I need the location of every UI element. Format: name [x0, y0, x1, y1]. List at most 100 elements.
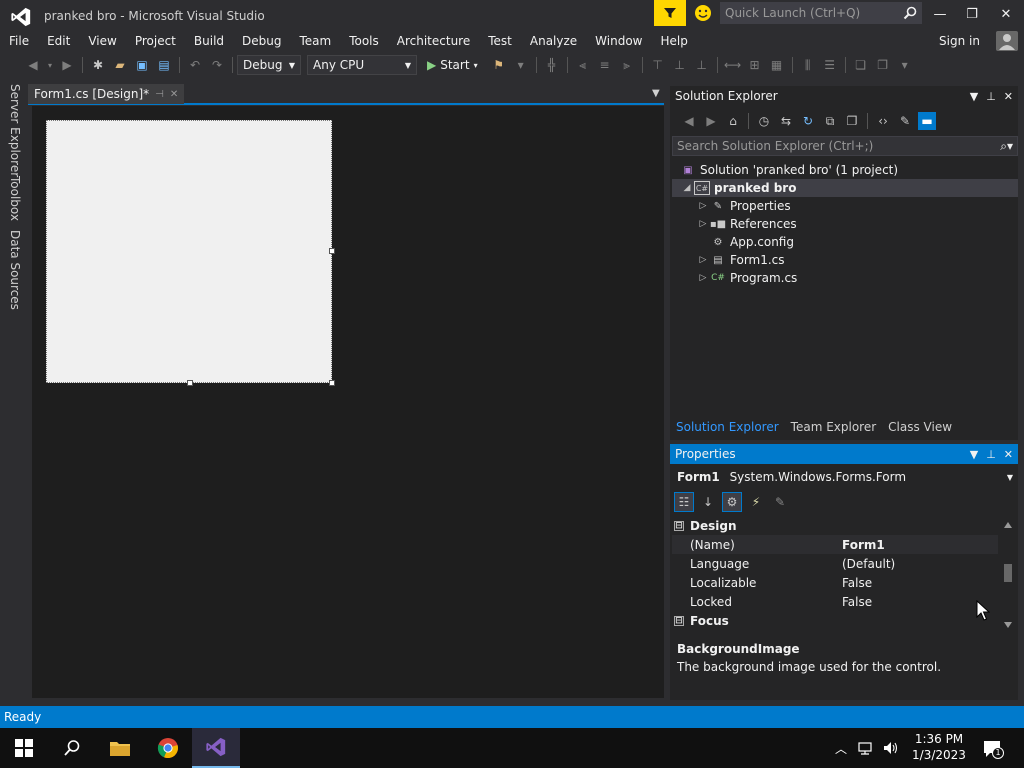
save-all-icon[interactable]: ▤ [155, 56, 173, 74]
tab-team-explorer[interactable]: Team Explorer [785, 416, 883, 438]
tree-item-solution[interactable]: ▣ Solution 'pranked bro' (1 project) [672, 161, 1018, 179]
expand-arrow-icon[interactable]: ▷ [696, 273, 710, 283]
menu-build[interactable]: Build [185, 34, 233, 48]
size-to-grid-icon[interactable]: ⊞ [746, 56, 764, 74]
scroll-down-icon[interactable] [1004, 622, 1012, 628]
property-value[interactable]: False [842, 595, 872, 609]
properties-object-selector[interactable]: Form1 System.Windows.Forms.Form ▼ [672, 467, 1018, 487]
property-row-locked[interactable]: Locked False [672, 592, 998, 611]
menu-team[interactable]: Team [290, 34, 340, 48]
property-row-localizable[interactable]: Localizable False [672, 573, 998, 592]
resize-handle-right[interactable] [329, 248, 335, 254]
tree-item-properties[interactable]: ▷ ✎ Properties [672, 197, 1018, 215]
menu-file[interactable]: File [0, 34, 38, 48]
toolbar-overflow-icon[interactable]: ▾ [512, 56, 530, 74]
property-category-focus[interactable]: ⊟ Focus [672, 611, 998, 630]
account-avatar-icon[interactable] [996, 31, 1018, 51]
close-icon[interactable]: ✕ [170, 89, 178, 100]
scroll-thumb[interactable] [1004, 564, 1012, 582]
taskbar-visual-studio[interactable] [192, 728, 240, 768]
align-middles-icon[interactable]: ⊥ [671, 56, 689, 74]
pin-icon[interactable]: ⊥ [986, 90, 996, 103]
side-tab-data-sources[interactable]: Data Sources [8, 230, 22, 310]
collapse-category-icon[interactable]: ⊟ [674, 520, 684, 531]
menu-help[interactable]: Help [652, 34, 697, 48]
chevron-down-icon[interactable]: ▾ [46, 56, 54, 74]
tab-class-view[interactable]: Class View [882, 416, 958, 438]
property-value[interactable]: False [842, 576, 872, 590]
find-in-files-icon[interactable]: ⚑ [490, 56, 508, 74]
start-menu-button[interactable] [0, 728, 48, 768]
pin-icon[interactable]: ⊥ [986, 448, 996, 461]
vertical-spacing-icon[interactable]: ☰ [821, 56, 839, 74]
tree-item-program[interactable]: ▷ C# Program.cs [672, 269, 1018, 287]
solution-configuration-select[interactable]: Debug ▼ [237, 55, 301, 75]
property-value[interactable]: (Default) [842, 557, 895, 571]
alphabetical-icon[interactable]: ↓ [698, 492, 718, 512]
menu-window[interactable]: Window [586, 34, 651, 48]
make-same-width-icon[interactable]: ⟷ [724, 56, 742, 74]
sync-with-document-icon[interactable]: ⇆ [777, 112, 795, 130]
taskbar-search-button[interactable] [48, 728, 96, 768]
expand-arrow-icon[interactable]: ▷ [696, 201, 710, 211]
preview-selected-items-icon[interactable]: ▬ [918, 112, 936, 130]
redo-icon[interactable]: ↷ [208, 56, 226, 74]
toolbar-overflow-icon[interactable]: ▾ [896, 56, 914, 74]
home-icon[interactable]: ⌂ [724, 112, 742, 130]
menu-view[interactable]: View [79, 34, 125, 48]
property-value[interactable]: Form1 [842, 538, 885, 552]
menu-tools[interactable]: Tools [340, 34, 388, 48]
show-hidden-icons-chevron-icon[interactable]: ︿ [835, 740, 847, 757]
refresh-icon[interactable]: ↻ [799, 112, 817, 130]
align-lefts-icon[interactable]: ⫷ [574, 56, 592, 74]
align-bottoms-icon[interactable]: ⊥ [693, 56, 711, 74]
properties-view-icon[interactable]: ⚙ [722, 492, 742, 512]
menu-analyze[interactable]: Analyze [521, 34, 586, 48]
navigate-forward-icon[interactable]: ▶ [58, 56, 76, 74]
wrench-icon[interactable]: ✎ [896, 112, 914, 130]
make-same-size-icon[interactable]: ▦ [768, 56, 786, 74]
align-tops-icon[interactable]: ⊤ [649, 56, 667, 74]
properties-scrollbar[interactable] [1000, 516, 1016, 632]
menu-test[interactable]: Test [479, 34, 521, 48]
network-icon[interactable] [857, 741, 873, 755]
pending-changes-filter-icon[interactable]: ◷ [755, 112, 773, 130]
show-all-files-icon[interactable]: ❐ [843, 112, 861, 130]
bring-to-front-icon[interactable]: ❏ [852, 56, 870, 74]
events-lightning-icon[interactable]: ⚡ [746, 492, 766, 512]
chevron-down-icon[interactable]: ▼ [970, 90, 978, 103]
forward-icon[interactable]: ▶ [702, 112, 720, 130]
menu-edit[interactable]: Edit [38, 34, 79, 48]
horizontal-spacing-icon[interactable]: ⫼ [799, 56, 817, 74]
notifications-flag-button[interactable] [654, 0, 686, 26]
expand-arrow-icon[interactable]: ▷ [696, 255, 710, 265]
menu-architecture[interactable]: Architecture [388, 34, 479, 48]
navigate-back-icon[interactable]: ◀ [24, 56, 42, 74]
maximize-button[interactable]: ❐ [958, 4, 986, 24]
collapse-category-icon[interactable]: ⊟ [674, 615, 684, 626]
resize-handle-bottom[interactable] [187, 380, 193, 386]
property-pages-wrench-icon[interactable]: ✎ [770, 492, 790, 512]
taskbar-file-explorer[interactable] [96, 728, 144, 768]
action-center-button[interactable]: 1 [982, 738, 1004, 760]
collapse-arrow-icon[interactable]: ◢ [680, 183, 694, 193]
form1-design-canvas[interactable] [46, 120, 335, 386]
property-category-design[interactable]: ⊟ Design [672, 516, 998, 535]
align-to-grid-icon[interactable]: ╬ [543, 56, 561, 74]
property-row-language[interactable]: Language (Default) [672, 554, 998, 573]
tab-form1-design[interactable]: Form1.cs [Design]* ⊣ ✕ [28, 84, 185, 104]
collapse-all-icon[interactable]: ⧉ [821, 112, 839, 130]
tree-item-references[interactable]: ▷ ▪■ References [672, 215, 1018, 233]
menu-debug[interactable]: Debug [233, 34, 290, 48]
new-project-icon[interactable]: ✱ [89, 56, 107, 74]
pin-icon[interactable]: ⊣ [155, 89, 164, 100]
close-icon[interactable]: ✕ [1004, 90, 1013, 103]
close-icon[interactable]: ✕ [1004, 448, 1013, 461]
scroll-up-icon[interactable] [1004, 522, 1012, 528]
open-file-icon[interactable]: ▰ [111, 56, 129, 74]
align-centers-icon[interactable]: ≡ [596, 56, 614, 74]
start-debugging-button[interactable]: ▶ Start ▾ [423, 58, 482, 72]
minimize-button[interactable]: — [926, 4, 954, 24]
side-tab-server-explorer[interactable]: Server Explorer [8, 84, 22, 177]
align-rights-icon[interactable]: ⫸ [618, 56, 636, 74]
